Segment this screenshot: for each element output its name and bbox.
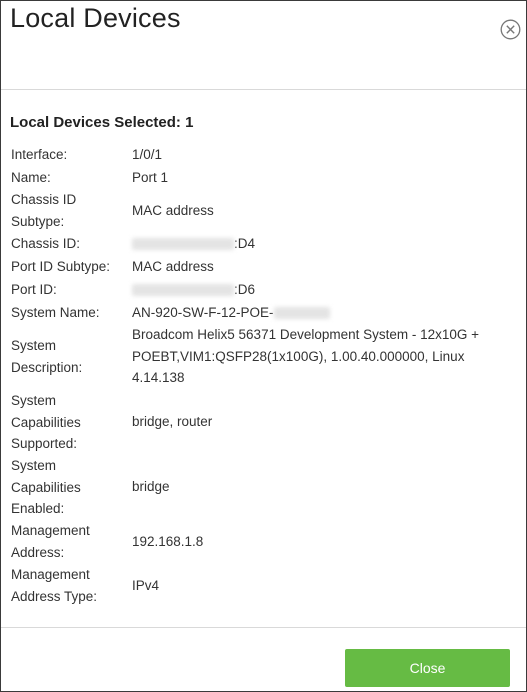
management-address-type-value: IPv4: [132, 578, 160, 593]
system-description-value: Broadcom Helix5 56371 Development System…: [132, 327, 480, 385]
chassis-id-subtype-label: Chassis ID Subtype:: [11, 192, 77, 229]
port-id-value: :D6: [132, 279, 517, 301]
port-id-suffix: :D6: [234, 282, 256, 297]
section-title: Local Devices Selected: 1: [10, 114, 194, 131]
redacted-mac: [132, 238, 234, 251]
capabilities-supported-label: System Capabilities Supported:: [11, 393, 81, 451]
port-id-subtype-label: Port ID Subtype:: [11, 259, 111, 274]
port-id-subtype-value: MAC address: [132, 259, 214, 274]
close-button[interactable]: Close: [345, 649, 510, 687]
dialog-footer: Close: [1, 627, 526, 692]
close-circle-icon[interactable]: [500, 19, 521, 40]
port-id-label: Port ID:: [11, 282, 57, 297]
name-label: Name:: [11, 170, 51, 185]
capabilities-enabled-value: bridge: [132, 479, 170, 494]
management-address-type-label: Management Address Type:: [11, 567, 98, 604]
chassis-id-label: Chassis ID:: [11, 236, 81, 251]
chassis-id-suffix: :D4: [234, 236, 256, 251]
capabilities-enabled-label: System Capabilities Enabled:: [11, 458, 81, 516]
system-description-label: System Description:: [11, 338, 83, 375]
dialog-header: Local Devices: [1, 1, 526, 90]
redacted-name: [273, 307, 330, 320]
interface-value: 1/0/1: [132, 147, 163, 162]
system-name-prefix: AN-920-SW-F-12-POE-: [132, 305, 274, 320]
interface-label: Interface:: [11, 147, 68, 162]
redacted-mac: [132, 284, 234, 297]
management-address-value: 192.168.1.8: [132, 534, 204, 549]
dialog-title: Local Devices: [10, 3, 181, 33]
management-address-label: Management Address:: [11, 523, 90, 560]
name-value: Port 1: [132, 170, 169, 185]
system-name-value: AN-920-SW-F-12-POE-: [132, 302, 517, 324]
local-devices-dialog: Local Devices Local Devices Selected: 1 …: [0, 0, 527, 692]
system-name-label: System Name:: [11, 305, 100, 320]
chassis-id-subtype-value: MAC address: [132, 203, 214, 218]
chassis-id-value: :D4: [132, 233, 517, 255]
capabilities-supported-value: bridge, router: [132, 414, 213, 429]
